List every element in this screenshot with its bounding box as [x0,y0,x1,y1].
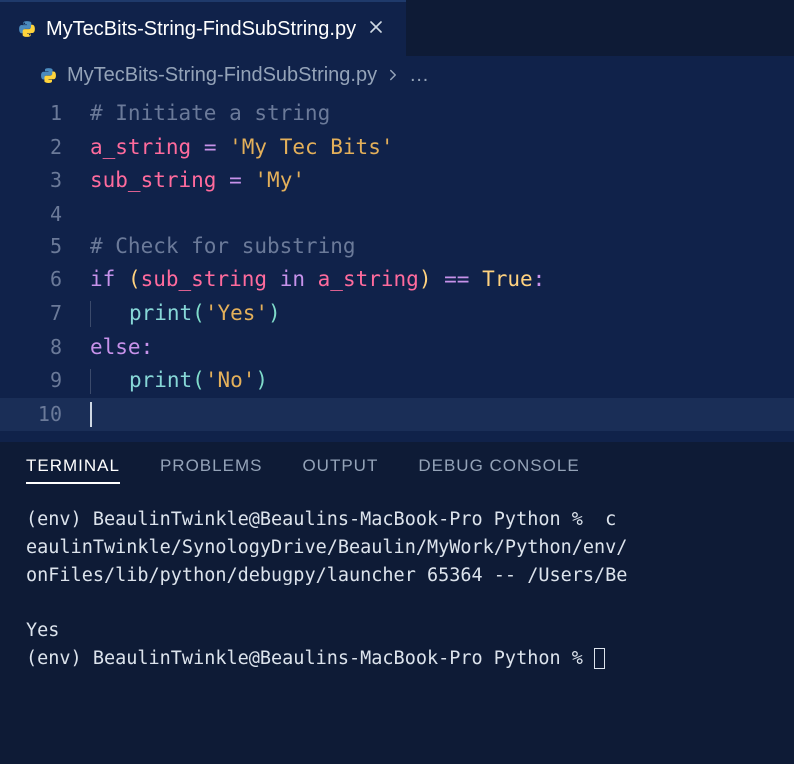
line-number: 2 [0,131,90,163]
code-line[interactable]: 6if (sub_string in a_string) == True: [0,263,794,297]
code-content: print('No') [90,364,794,398]
code-line[interactable]: 8else: [0,331,794,365]
terminal-prompt-line: (env) BeaulinTwinkle@Beaulins-MacBook-Pr… [26,645,774,673]
line-number: 4 [0,198,90,230]
terminal[interactable]: (env) BeaulinTwinkle@Beaulins-MacBook-Pr… [0,494,794,683]
code-editor[interactable]: 1# Initiate a string2a_string = 'My Tec … [0,91,794,441]
code-content [90,398,794,432]
code-line[interactable]: 9 print('No') [0,364,794,398]
line-number: 5 [0,230,90,262]
terminal-line [26,590,774,618]
breadcrumb[interactable]: MyTecBits-String-FindSubString.py … [0,56,794,91]
line-number: 8 [0,331,90,363]
code-content: if (sub_string in a_string) == True: [90,263,794,297]
chevron-right-icon [387,64,399,87]
panel-tab-terminal[interactable]: TERMINAL [26,456,120,484]
line-number: 10 [0,398,90,430]
terminal-line: onFiles/lib/python/debugpy/launcher 6536… [26,562,774,590]
panel-tab-problems[interactable]: PROBLEMS [160,456,262,484]
code-line[interactable]: 2a_string = 'My Tec Bits' [0,131,794,165]
code-line[interactable]: 10 [0,398,794,432]
panel-tab-output[interactable]: OUTPUT [302,456,378,484]
code-content: sub_string = 'My' [90,164,794,198]
panel-tabs: TERMINAL PROBLEMS OUTPUT DEBUG CONSOLE [0,442,794,494]
code-content: else: [90,331,794,365]
line-number: 1 [0,97,90,129]
indent-guide [90,301,91,326]
editor-root: MyTecBits-String-FindSubString.py MyTecB… [0,0,794,764]
python-icon [18,20,36,38]
code-line[interactable]: 1# Initiate a string [0,97,794,131]
line-number: 6 [0,263,90,295]
code-line[interactable]: 5# Check for substring [0,230,794,264]
line-number: 9 [0,364,90,396]
python-icon [40,67,57,84]
line-number: 3 [0,164,90,196]
terminal-line: Yes [26,617,774,645]
code-content: # Check for substring [90,230,794,264]
terminal-line: eaulinTwinkle/SynologyDrive/Beaulin/MyWo… [26,534,774,562]
line-number: 7 [0,297,90,329]
cursor [90,402,92,427]
code-content: print('Yes') [90,297,794,331]
code-content: a_string = 'My Tec Bits' [90,131,794,165]
breadcrumb-file: MyTecBits-String-FindSubString.py [67,64,377,87]
indent-guide [90,369,91,394]
code-line[interactable]: 7 print('Yes') [0,297,794,331]
terminal-cursor [594,648,605,669]
close-icon[interactable] [366,17,386,41]
code-line[interactable]: 4 [0,198,794,230]
terminal-line: (env) BeaulinTwinkle@Beaulins-MacBook-Pr… [26,506,774,534]
code-line[interactable]: 3sub_string = 'My' [0,164,794,198]
tab-bar: MyTecBits-String-FindSubString.py [0,0,794,56]
editor-tab[interactable]: MyTecBits-String-FindSubString.py [0,0,406,56]
code-content: # Initiate a string [90,97,794,131]
tab-title: MyTecBits-String-FindSubString.py [46,18,356,41]
bottom-panel: TERMINAL PROBLEMS OUTPUT DEBUG CONSOLE (env… [0,441,794,764]
breadcrumb-more: … [409,64,429,87]
panel-tab-debug-console[interactable]: DEBUG CONSOLE [418,456,579,484]
